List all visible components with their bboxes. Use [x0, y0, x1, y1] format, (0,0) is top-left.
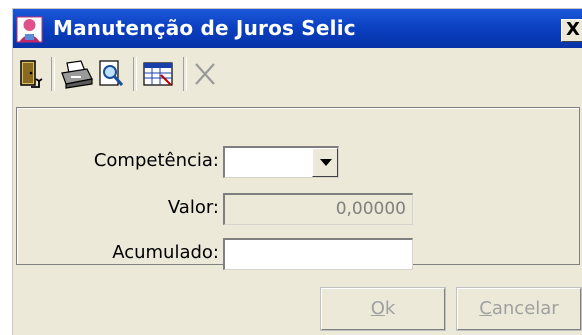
print-preview-icon[interactable] [97, 57, 127, 91]
ok-mnemonic: O [370, 298, 385, 319]
delete-icon[interactable] [191, 57, 219, 91]
table-grid-icon[interactable] [141, 57, 177, 91]
cancel-mnemonic: C [479, 298, 492, 319]
person-icon [16, 16, 43, 43]
toolbar-separator [133, 57, 137, 91]
printer-icon[interactable] [59, 57, 95, 91]
competencia-label: Competência: [93, 150, 219, 171]
chevron-down-icon [320, 159, 332, 166]
cancel-button[interactable]: Cancelar [456, 287, 582, 331]
cancel-label: ancelar [491, 298, 559, 319]
exit-icon[interactable] [17, 57, 45, 91]
toolbar-separator [183, 57, 187, 91]
dialog-window: Manutenção de Juros Selic X Competência:… [12, 8, 582, 335]
close-button[interactable]: X [561, 19, 582, 42]
toolbar-separator [51, 57, 55, 91]
valor-field[interactable]: 0,00000 [223, 193, 413, 225]
window-title: Manutenção de Juros Selic [53, 16, 356, 40]
competencia-select[interactable] [223, 146, 339, 178]
acumulado-field[interactable] [223, 238, 413, 270]
valor-label: Valor: [167, 197, 219, 218]
ok-label: k [384, 298, 396, 319]
acumulado-label: Acumulado: [112, 242, 219, 263]
form-panel: Competência: Valor: 0,00000 Acumulado: [16, 107, 580, 270]
title-bar[interactable]: Manutenção de Juros Selic X [13, 9, 582, 48]
toolbar [13, 51, 582, 97]
ok-button[interactable]: Ok [320, 287, 446, 331]
dropdown-button[interactable] [312, 148, 338, 177]
